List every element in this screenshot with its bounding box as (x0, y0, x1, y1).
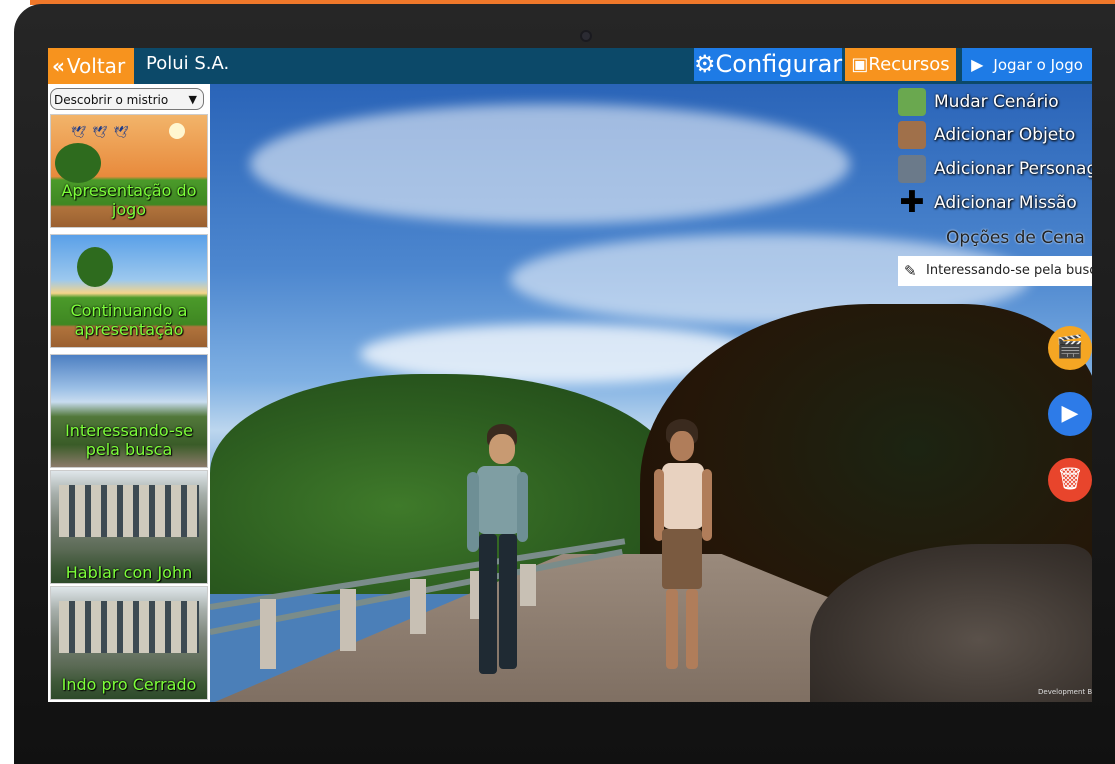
play-game-button[interactable]: ▶ Jogar o Jogo (962, 48, 1092, 81)
scene-card-presentation[interactable]: 🕊🕊🕊 Apresentação do jogo (50, 114, 208, 228)
scene-sidebar: Descobrir o mistrio ▼ 🕊🕊🕊 Apresentação d… (48, 84, 210, 702)
top-bar: «Voltar Polui S.A. ⚙Configurar ▣Recursos… (48, 48, 1092, 84)
play-icon: ▶ (1061, 401, 1079, 426)
tree-icon (77, 247, 113, 287)
back-button[interactable]: «Voltar (48, 48, 134, 84)
building-icon (59, 601, 199, 653)
person-icon (898, 155, 926, 183)
add-character-label: Adicionar Personagem (934, 159, 1092, 179)
company-name: Polui S.A. (146, 53, 230, 74)
fence-post (410, 579, 426, 634)
add-mission-label: Adicionar Missão (934, 193, 1077, 213)
scene-card-continuing[interactable]: Continuando a apresentação (50, 234, 208, 348)
scene-options-title: Opções de Cena (946, 228, 1085, 248)
cloud (250, 104, 850, 224)
scene-card-interest[interactable]: Interessando-se pela busca (50, 354, 208, 468)
chevron-down-icon: ▼ (188, 93, 197, 106)
character-boy-jeans[interactable] (465, 424, 535, 694)
landscape-icon (898, 88, 926, 116)
box-icon (898, 121, 926, 149)
camera-icon (580, 30, 592, 42)
pencil-icon: ✎ (904, 262, 917, 280)
delete-button[interactable]: 🗑 (1048, 458, 1092, 502)
double-chevron-left-icon: « (52, 54, 65, 78)
add-mission-button[interactable]: ✚ Adicionar Missão (898, 187, 1092, 219)
fence-post (340, 589, 356, 651)
resources-label: Recursos (868, 54, 950, 75)
scene-label: Continuando a apresentação (70, 301, 188, 339)
scene-card-cerrado[interactable]: Indo pro Cerrado (50, 586, 208, 700)
mission-select[interactable]: Descobrir o mistrio ▼ (50, 88, 204, 110)
scene-card-john[interactable]: Hablar con John (50, 470, 208, 584)
fence-post (260, 599, 276, 669)
scene-label: Hablar con John (65, 563, 193, 582)
add-object-label: Adicionar Objeto (934, 125, 1076, 145)
trash-icon: 🗑 (1056, 467, 1084, 492)
clapperboard-button[interactable]: 🎬 (1048, 326, 1092, 370)
building-icon (59, 485, 199, 537)
clapperboard-icon: 🎬 (1056, 335, 1084, 360)
configure-button[interactable]: ⚙Configurar (694, 48, 842, 81)
back-label: Voltar (66, 54, 126, 78)
add-object-button[interactable]: Adicionar Objeto (898, 119, 1092, 151)
tree-icon (55, 143, 101, 183)
plus-icon: ✚ (899, 185, 925, 220)
change-scenery-button[interactable]: Mudar Cenário (898, 86, 1092, 118)
play-game-label: Jogar o Jogo (993, 56, 1083, 74)
scene-label: Apresentação do jogo (61, 181, 197, 219)
add-character-button[interactable]: Adicionar Personagem (898, 153, 1092, 185)
app-screen: «Voltar Polui S.A. ⚙Configurar ▣Recursos… (48, 48, 1092, 702)
mission-select-value: Descobrir o mistrio (54, 93, 169, 107)
configure-label: Configurar (715, 50, 843, 78)
dialog-text-value: Interessando-se pela busca (926, 263, 1092, 278)
scene-label: Indo pro Cerrado (61, 675, 197, 694)
birds-icon: 🕊🕊🕊 (71, 125, 135, 139)
change-scenery-label: Mudar Cenário (934, 92, 1059, 112)
gear-icon: ⚙ (694, 50, 716, 78)
resources-button[interactable]: ▣Recursos (845, 48, 956, 81)
play-scene-button[interactable]: ▶ (1048, 392, 1092, 436)
development-build-watermark: Development Build (1038, 688, 1092, 696)
image-icon: ▣ (851, 54, 869, 75)
dialog-text-field[interactable]: ✎ Interessando-se pela busca (898, 256, 1092, 286)
scene-label: Interessando-se pela busca (65, 421, 193, 459)
sun-icon (169, 123, 185, 139)
play-icon: ▶ (971, 55, 984, 74)
character-boy-shorts[interactable] (648, 419, 718, 689)
